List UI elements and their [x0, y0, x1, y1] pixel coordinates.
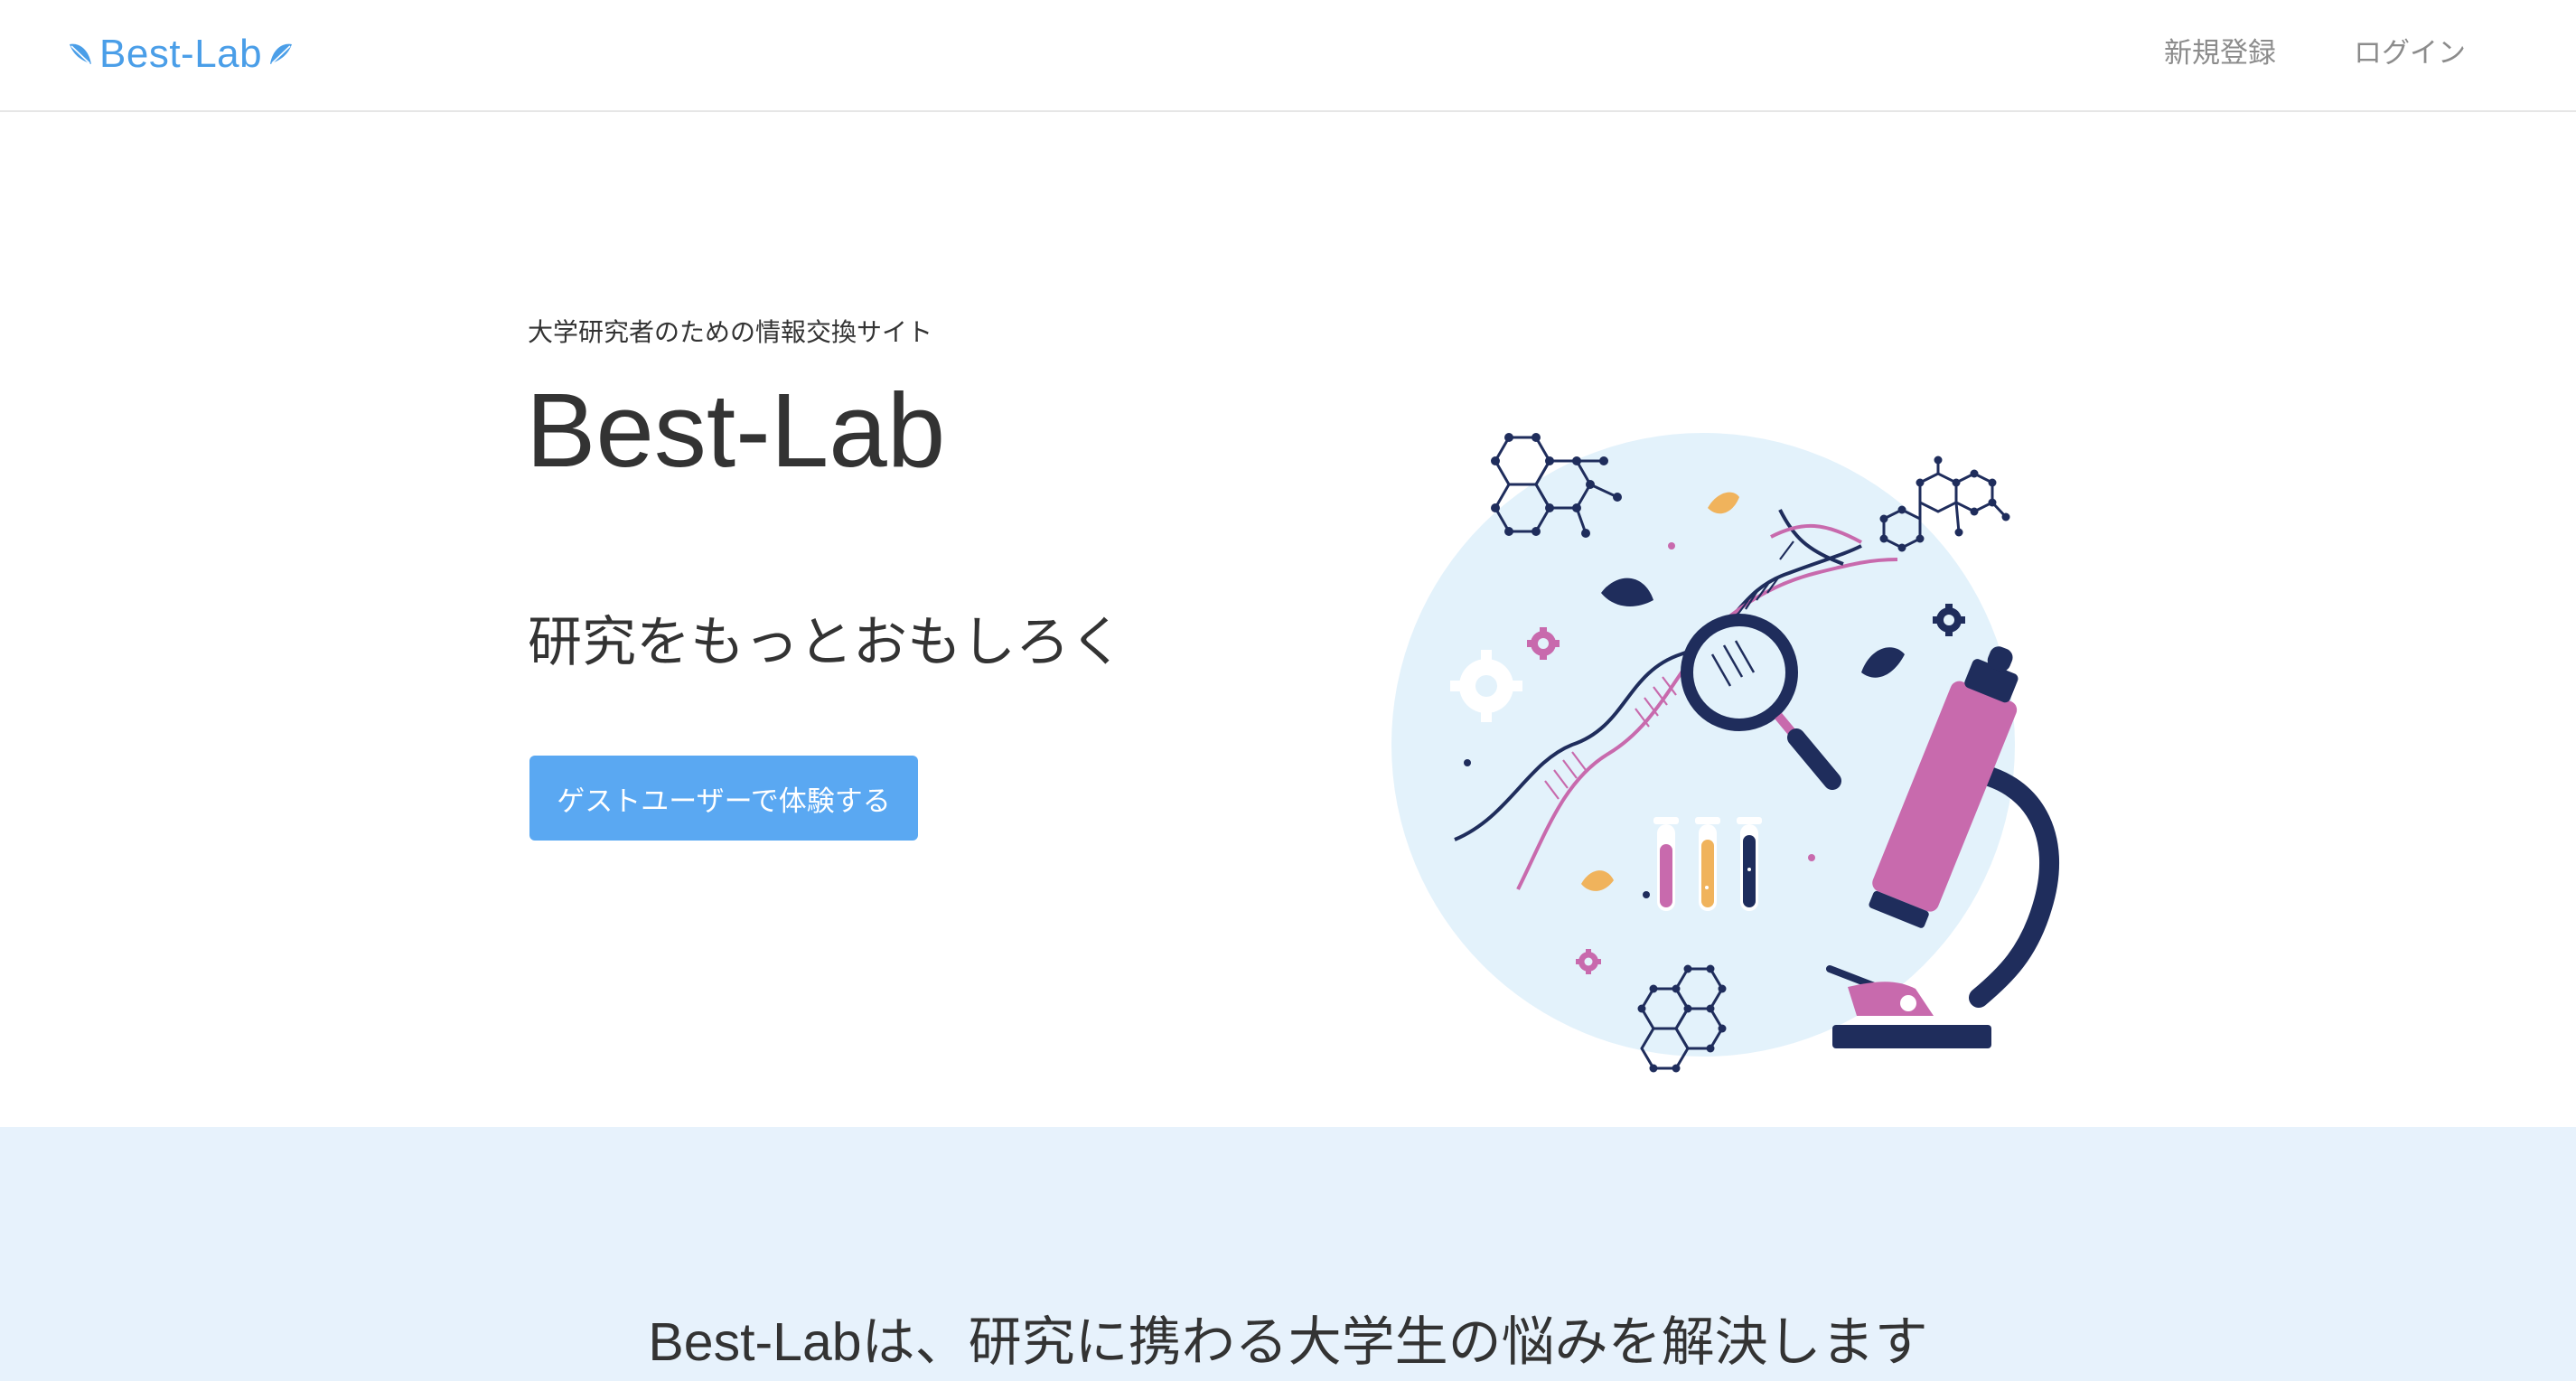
- brand-logo[interactable]: Best-Lab: [67, 27, 295, 81]
- nav-links: 新規登録 ログイン: [2162, 31, 2468, 76]
- hero-section: 大学研究者のための情報交換サイト Best-Lab 研究をもっとおもしろく ゲス…: [0, 112, 2576, 1127]
- guest-login-button[interactable]: ゲストユーザーで体験する: [529, 756, 918, 841]
- brand-name: Best-Lab: [99, 32, 263, 76]
- feather-right-icon: [270, 43, 293, 64]
- navbar: Best-Lab 新規登録 ログイン: [0, 0, 2576, 112]
- hero-title: Best-Lab: [526, 371, 946, 489]
- hero-tagline: 研究をもっとおもしろく: [528, 612, 1124, 672]
- signup-link[interactable]: 新規登録: [2162, 31, 2278, 76]
- about-heading: Best-Labは、研究に携わる大学生の悩みを解決します: [648, 1312, 1928, 1372]
- hero-subtitle: 大学研究者のための情報交換サイト: [528, 318, 933, 346]
- feather-left-icon: [70, 43, 91, 64]
- about-section: Best-Labは、研究に携わる大学生の悩みを解決します: [0, 1127, 2576, 1381]
- login-link[interactable]: ログイン: [2352, 31, 2468, 76]
- science-lab-illustration: [1391, 433, 2059, 1073]
